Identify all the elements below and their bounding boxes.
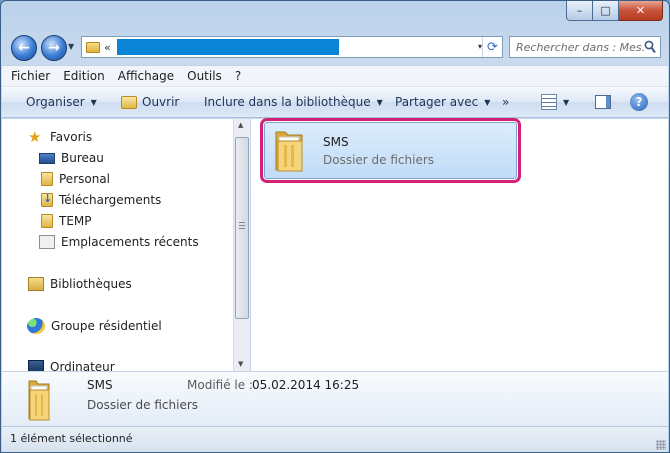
search-icon[interactable] <box>644 40 656 54</box>
libraries-icon <box>28 277 44 291</box>
change-view-button[interactable]: ▼ <box>541 94 569 110</box>
scroll-thumb[interactable] <box>235 137 249 319</box>
folder-icon <box>86 41 100 53</box>
preview-pane-button[interactable] <box>595 95 611 109</box>
address-bar[interactable]: « ▾ ⟳ <box>81 36 503 58</box>
recent-pages-dropdown-icon[interactable]: ▼ <box>68 42 74 51</box>
nav-item-telechargements[interactable]: Téléchargements <box>39 192 161 207</box>
forward-button[interactable]: → <box>41 35 67 61</box>
downloads-folder-icon <box>41 192 53 207</box>
explorer-window: – □ ✕ ← → ▼ « ▾ ⟳ Fichier Edition Affich… <box>0 0 670 453</box>
folder-icon <box>275 131 303 172</box>
inclure-bibliotheque-button[interactable]: Inclure dans la bibliothèque ▼ <box>204 95 383 109</box>
view-details-icon <box>541 94 557 110</box>
status-bar: 1 élément sélectionné <box>2 426 668 452</box>
folder-type: Dossier de fichiers <box>323 153 435 167</box>
nav-item-favoris[interactable]: ★ Favoris <box>28 129 92 145</box>
menu-outils[interactable]: Outils <box>187 69 222 83</box>
scroll-down-icon[interactable]: ▼ <box>238 360 243 368</box>
folder-item-sms[interactable]: SMS Dossier de fichiers <box>260 118 521 183</box>
caption-buttons: – □ ✕ <box>566 1 663 21</box>
navigation-row: ← → ▼ « ▾ ⟳ <box>9 32 661 62</box>
menu-fichier[interactable]: Fichier <box>11 69 50 83</box>
help-icon: ? <box>630 93 648 111</box>
details-type: Dossier de fichiers <box>87 398 199 412</box>
chevron-down-icon: ▼ <box>484 97 491 107</box>
status-text: 1 élément sélectionné <box>10 432 133 445</box>
search-input[interactable] <box>516 40 644 54</box>
refresh-icon: ⟳ <box>487 39 498 55</box>
menu-bar: Fichier Edition Affichage Outils ? <box>2 65 668 87</box>
chevron-down-icon: ▼ <box>563 97 570 107</box>
arrow-right-icon: → <box>48 40 60 56</box>
resize-grip[interactable] <box>656 440 666 450</box>
nav-pane-scrollbar[interactable]: ▲ ▼ <box>233 119 250 371</box>
navigation-pane: ★ Favoris Bureau Personal Téléchargement… <box>2 119 234 371</box>
back-button[interactable]: ← <box>11 35 37 61</box>
address-text-selection[interactable] <box>116 39 339 55</box>
search-box <box>509 36 661 58</box>
organiser-button[interactable]: Organiser ▼ <box>26 95 97 109</box>
grip-icon <box>239 222 245 231</box>
folder-icon <box>41 214 53 228</box>
preview-pane-icon <box>595 95 611 109</box>
scroll-up-icon[interactable]: ▲ <box>238 121 243 129</box>
menu-edition[interactable]: Edition <box>63 69 105 83</box>
more-commands-button[interactable]: » <box>502 95 509 109</box>
refresh-button[interactable]: ⟳ <box>482 37 502 57</box>
nav-item-bibliotheques[interactable]: Bibliothèques <box>28 277 132 291</box>
folder-name: SMS <box>323 135 349 149</box>
command-bar: Organiser ▼ Ouvrir Inclure dans la biblio… <box>2 87 668 118</box>
chevron-down-icon: ▼ <box>90 97 97 107</box>
details-modified-label: Modifié le : <box>187 378 253 392</box>
address-overflow-chevron[interactable]: « <box>104 41 111 54</box>
nav-item-personal[interactable]: Personal <box>39 172 110 186</box>
ouvrir-button[interactable]: Ouvrir <box>121 95 179 109</box>
file-list-pane: SMS Dossier de fichiers <box>251 118 668 371</box>
details-pane: SMS Dossier de fichiers Modifié le : 05.… <box>2 371 668 426</box>
details-name: SMS <box>87 378 113 392</box>
partager-avec-button[interactable]: Partager avec ▼ <box>395 95 490 109</box>
recent-places-icon <box>39 235 55 249</box>
computer-icon <box>28 360 44 371</box>
open-folder-icon <box>121 95 137 109</box>
desktop-icon <box>39 152 55 164</box>
arrow-left-icon: ← <box>18 40 30 56</box>
nav-item-temp[interactable]: TEMP <box>39 214 92 228</box>
help-button[interactable]: ? <box>630 93 648 111</box>
maximize-button[interactable]: □ <box>593 1 619 21</box>
nav-item-ordinateur[interactable]: Ordinateur <box>28 360 115 371</box>
menu-affichage[interactable]: Affichage <box>118 69 174 83</box>
menu-help[interactable]: ? <box>235 69 241 83</box>
folder-icon <box>41 172 53 186</box>
homegroup-icon <box>27 318 45 334</box>
close-button[interactable]: ✕ <box>619 1 663 21</box>
chevron-down-icon: ▼ <box>376 97 383 107</box>
nav-item-groupe-residentiel[interactable]: Groupe résidentiel <box>27 318 162 334</box>
details-modified-value: 05.02.2014 16:25 <box>252 378 360 392</box>
minimize-button[interactable]: – <box>566 1 593 21</box>
folder-icon <box>28 380 50 421</box>
nav-item-emplacements-recents[interactable]: Emplacements récents <box>39 235 199 249</box>
star-icon: ★ <box>28 128 42 146</box>
nav-item-bureau[interactable]: Bureau <box>39 151 104 165</box>
